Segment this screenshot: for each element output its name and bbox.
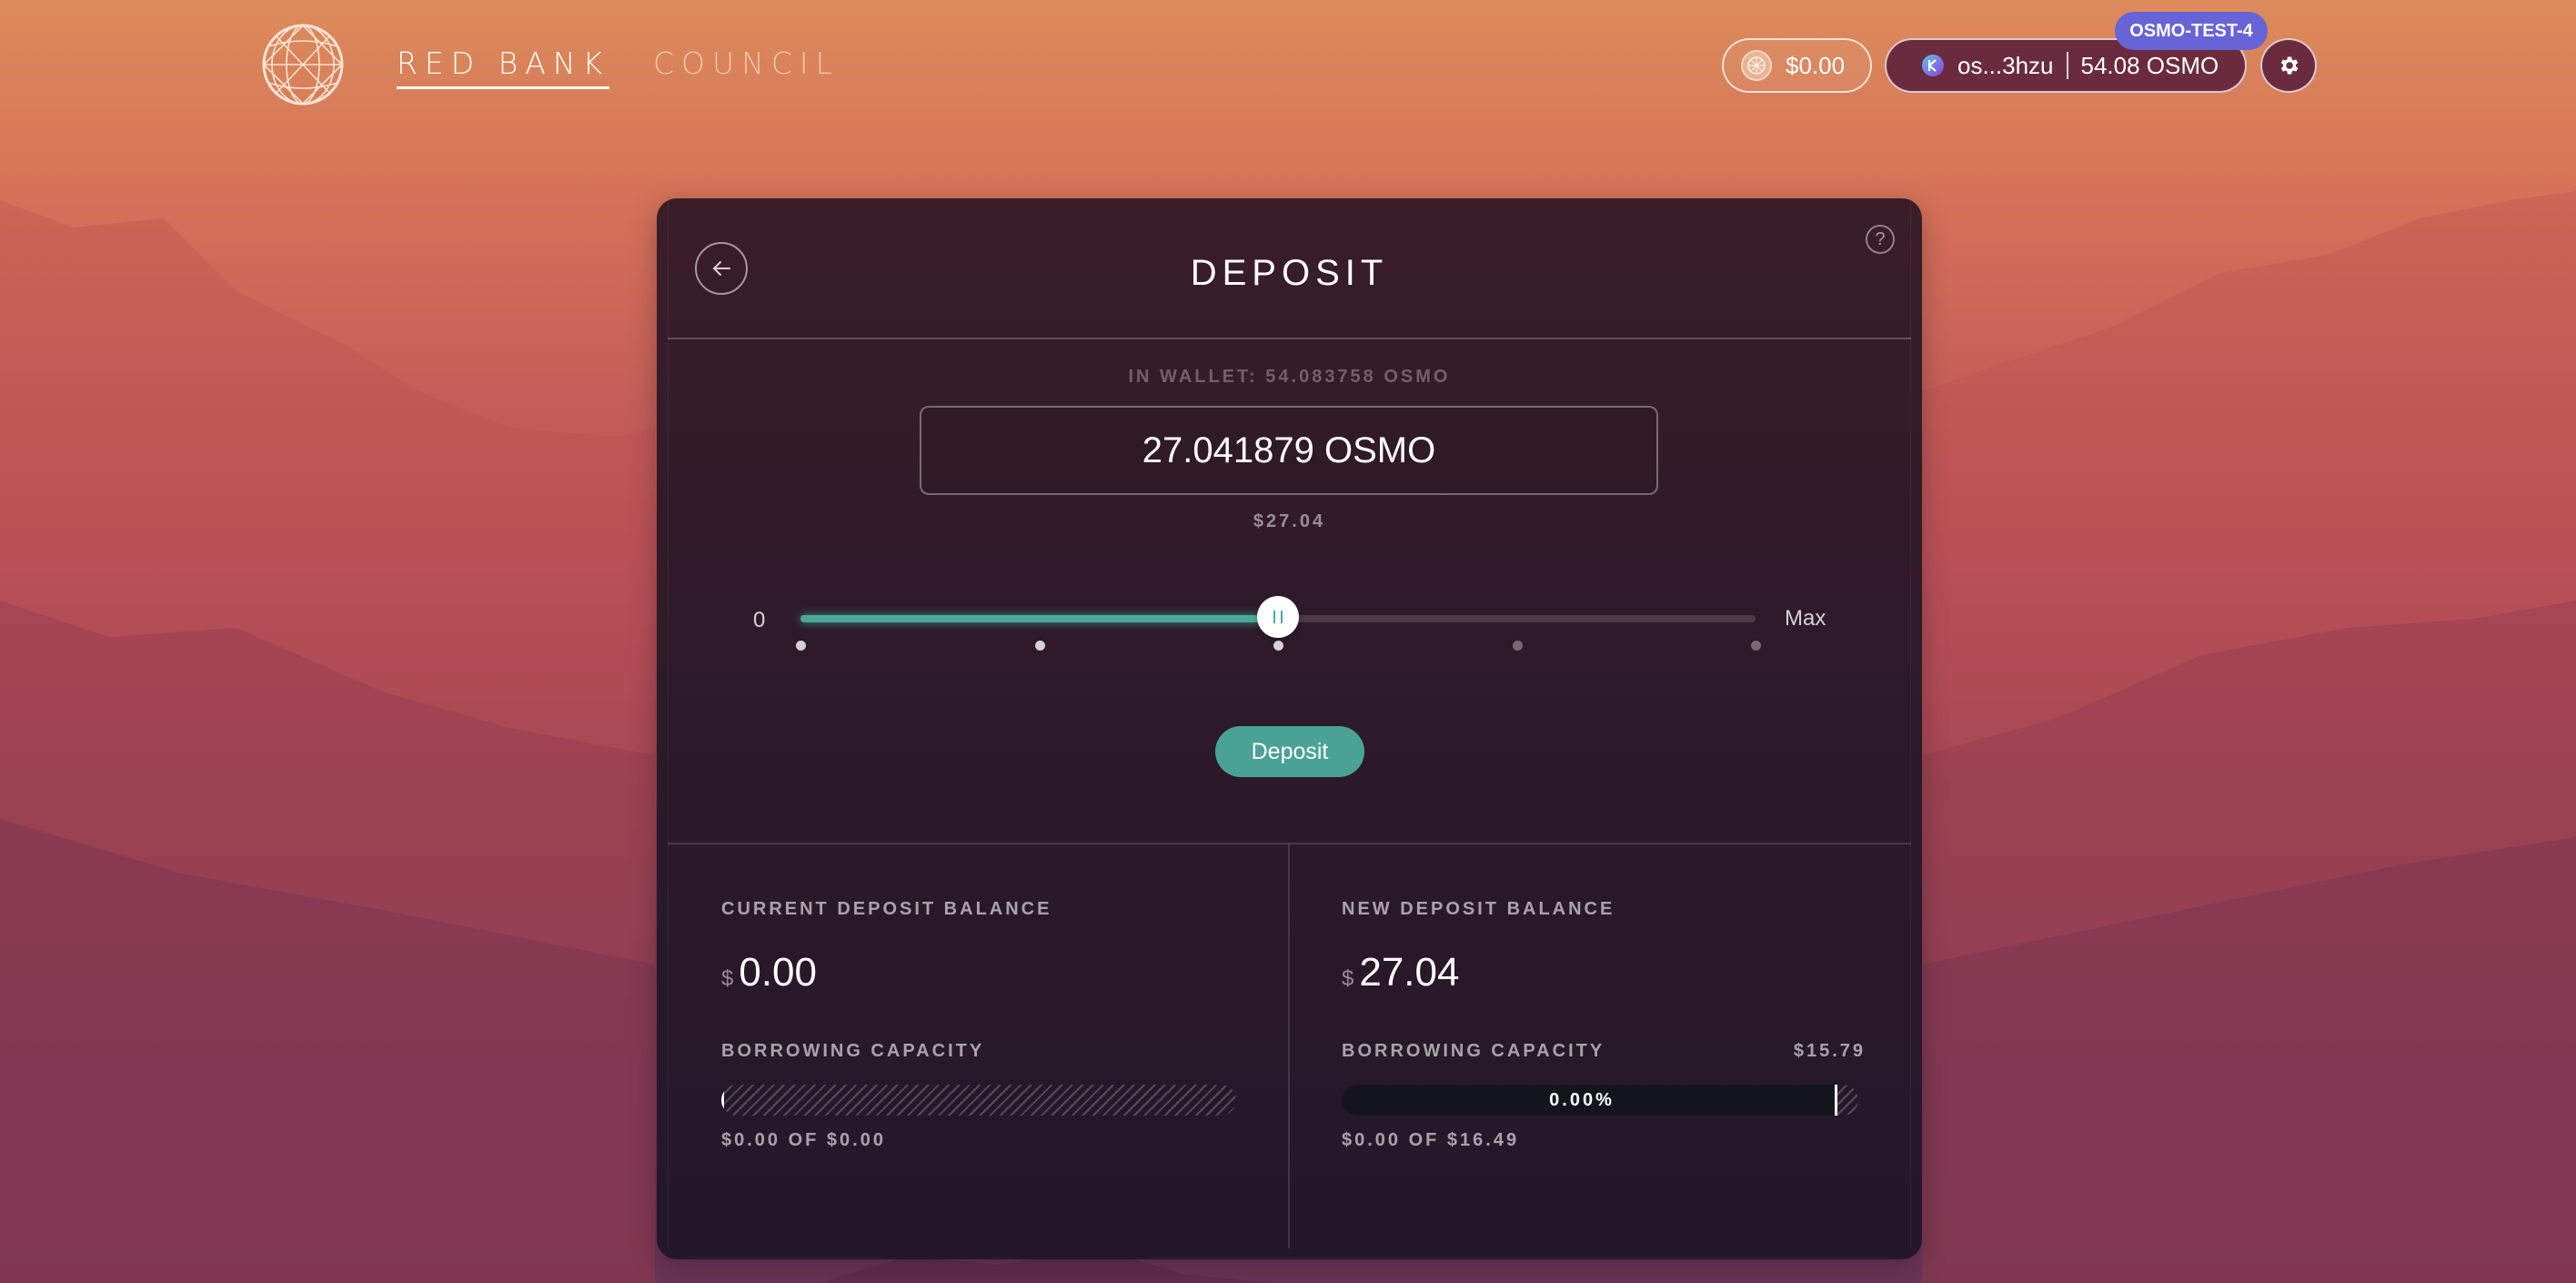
capacity-percent: 0.00% — [1549, 1089, 1615, 1110]
amount-slider[interactable] — [800, 596, 1756, 638]
amount-input[interactable] — [920, 406, 1658, 495]
current-balance-amount: 0.00 — [739, 950, 817, 995]
current-capacity-bar — [721, 1085, 1236, 1116]
balance-pill[interactable]: $0.00 — [1722, 38, 1872, 93]
new-balance-amount: 27.04 — [1359, 950, 1460, 995]
slider-step-dot[interactable] — [1273, 641, 1283, 651]
slider-step-dot[interactable] — [1034, 641, 1045, 651]
stats-vertical-divider — [1288, 844, 1290, 1248]
grip-icon — [1273, 611, 1283, 623]
current-balance-label: CURRENT DEPOSIT BALANCE — [721, 899, 1052, 919]
usd-value: $27.04 — [1253, 511, 1326, 531]
slider-fill — [800, 615, 1278, 622]
wallet-separator — [2066, 52, 2068, 79]
new-capacity-bar: 0.00% — [1342, 1085, 1858, 1116]
balance-value: $0.00 — [1786, 51, 1846, 79]
new-balance-value: $27.04 — [1342, 950, 1459, 995]
currency-symbol: $ — [721, 966, 734, 991]
capacity-limit-marker — [1835, 1085, 1838, 1116]
settings-button[interactable] — [2260, 38, 2317, 93]
slider-step-dot[interactable] — [796, 641, 806, 651]
gear-icon — [2280, 56, 2299, 75]
slider-min-label: 0 — [753, 608, 766, 632]
current-balance-value: $0.00 — [721, 950, 817, 995]
coin-icon — [1741, 50, 1772, 81]
slider-step-dot[interactable] — [1751, 641, 1761, 651]
capacity-limit-marker — [721, 1085, 724, 1116]
deposit-button[interactable]: Deposit — [1215, 726, 1364, 777]
nav-council[interactable]: COUNCIL — [653, 45, 840, 81]
current-capacity-sub: $0.00 OF $0.00 — [721, 1130, 886, 1150]
new-capacity-label: BORROWING CAPACITY — [1342, 1041, 1605, 1061]
wallet-balance: 54.08 OSMO — [2080, 51, 2219, 79]
help-icon: ? — [1875, 228, 1886, 249]
slider-handle[interactable] — [1257, 596, 1299, 638]
keplr-wallet-icon — [1922, 55, 1944, 76]
deposit-card: ? DEPOSIT IN WALLET: 54.083758 OSMO $27.… — [657, 198, 1922, 1259]
currency-symbol: $ — [1342, 966, 1354, 991]
globe-logo-icon[interactable] — [261, 23, 345, 106]
card-title: DEPOSIT — [1190, 253, 1389, 293]
chain-badge: OSMO-TEST-4 — [2115, 12, 2268, 50]
slider-max-label[interactable]: Max — [1785, 606, 1826, 631]
help-button[interactable]: ? — [1866, 225, 1895, 254]
nav-red-bank[interactable]: RED BANK — [397, 45, 610, 89]
new-capacity-limit: $15.79 — [1793, 1041, 1866, 1061]
header-divider — [668, 338, 1911, 339]
in-wallet-label: IN WALLET: 54.083758 OSMO — [1128, 367, 1451, 387]
new-capacity-sub: $0.00 OF $16.49 — [1342, 1130, 1520, 1150]
current-capacity-label: BORROWING CAPACITY — [721, 1041, 985, 1061]
new-balance-label: NEW DEPOSIT BALANCE — [1342, 899, 1615, 919]
slider-step-dot[interactable] — [1512, 641, 1523, 651]
top-navbar: RED BANK COUNCIL $0.00 os...3hzu 54.08 O… — [0, 0, 2576, 131]
wallet-address: os...3hzu — [1957, 51, 2054, 79]
